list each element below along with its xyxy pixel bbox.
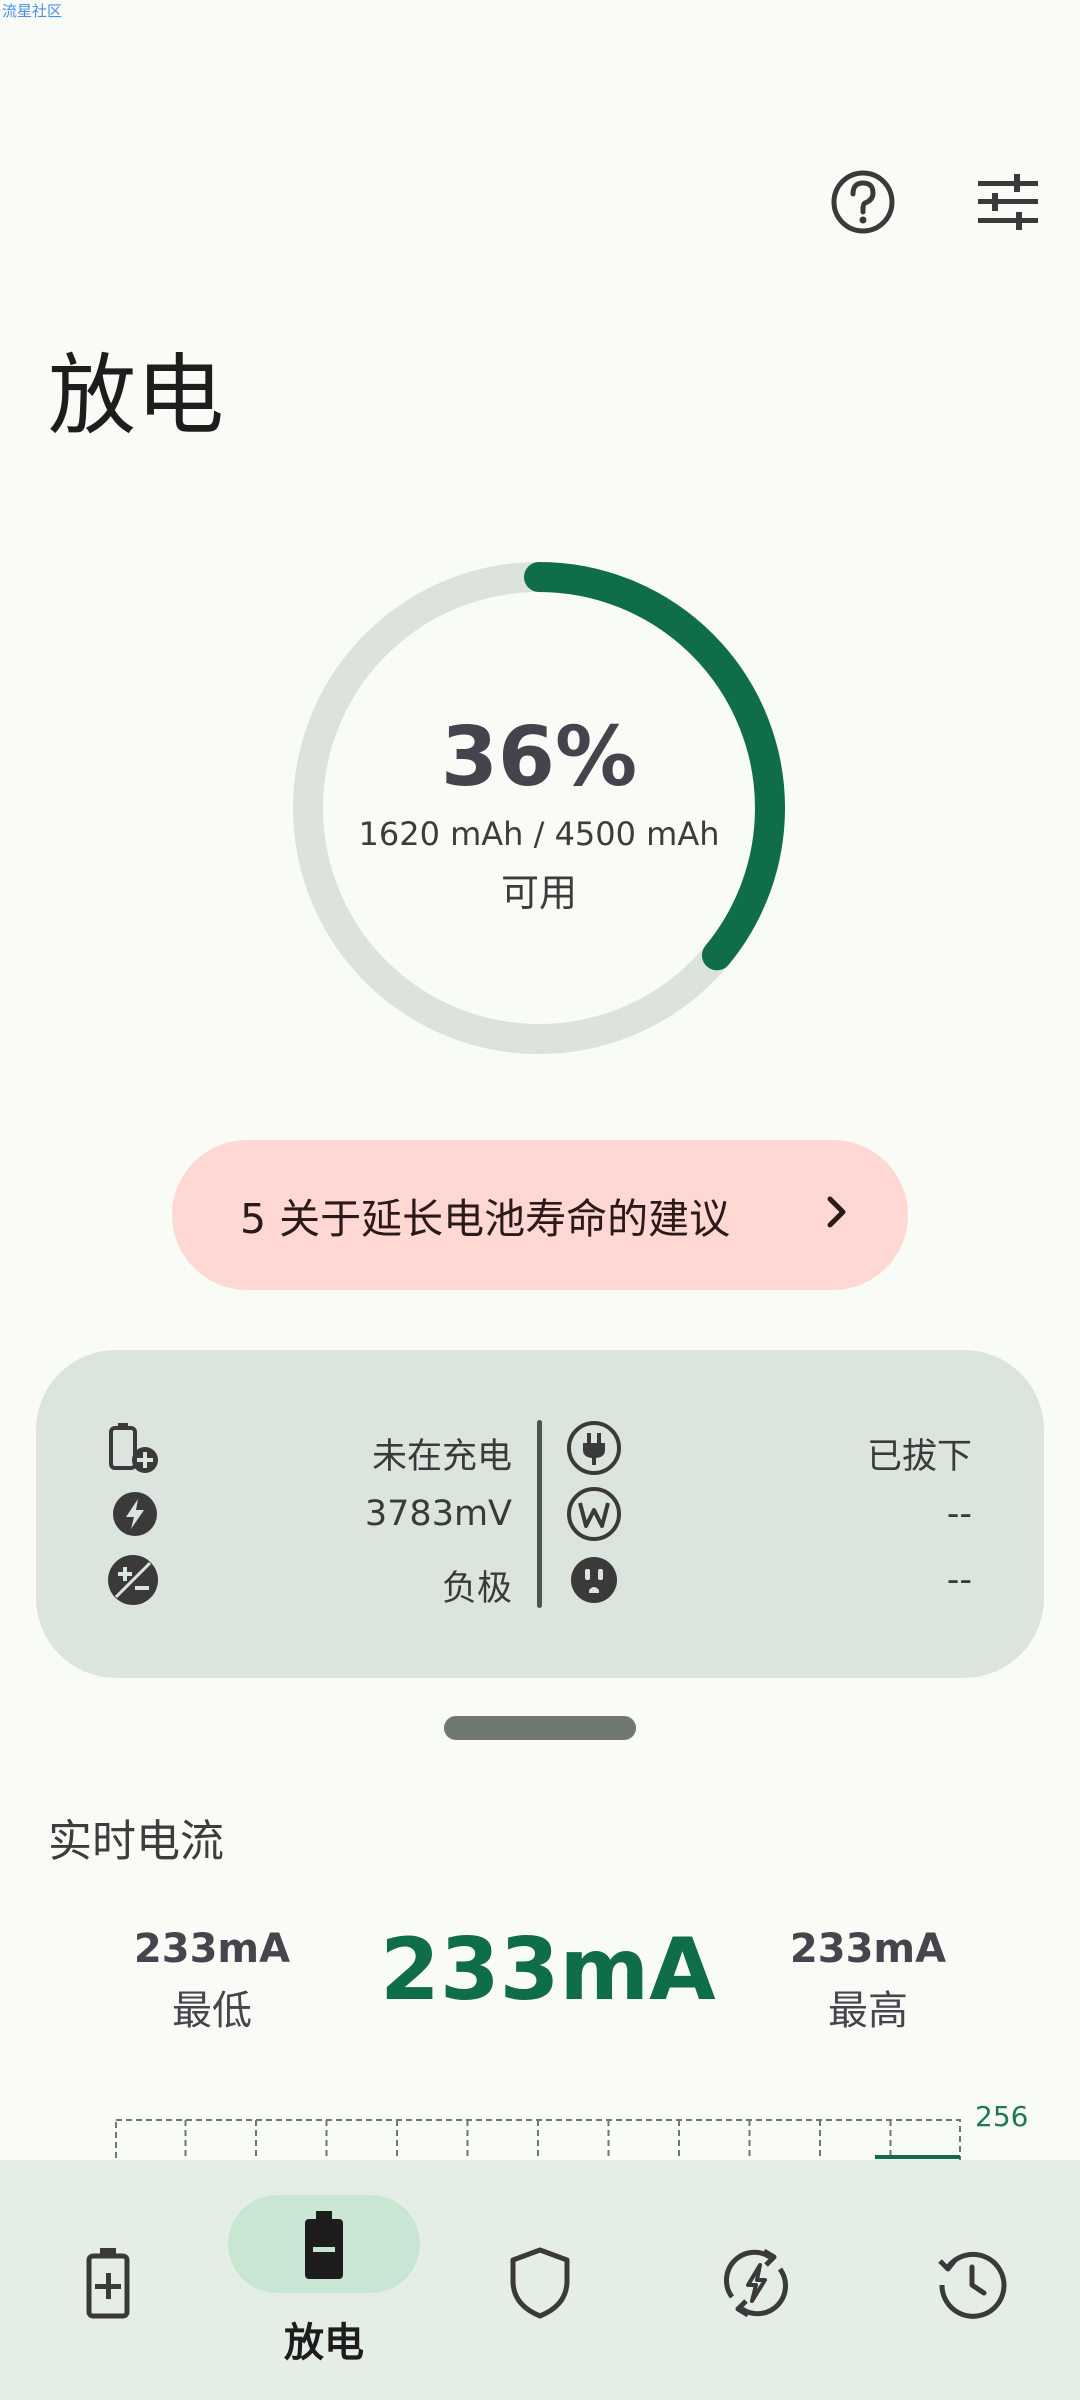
drag-handle[interactable] — [444, 1716, 636, 1740]
plus-minus-icon — [103, 1550, 163, 1610]
section-title-realtime-current: 实时电流 — [48, 1816, 224, 1867]
watt-icon — [564, 1484, 624, 1544]
chevron-right-icon — [826, 1191, 848, 1239]
wattage-value: -- — [946, 1494, 972, 1534]
nav-cycle-button[interactable] — [686, 2213, 826, 2353]
cycle-bolt-icon — [723, 2248, 789, 2318]
battery-percent: 36% — [440, 710, 638, 805]
battery-plus-icon — [103, 1418, 163, 1478]
page-title: 放电 — [48, 344, 225, 447]
nav-health-button[interactable] — [470, 2213, 610, 2353]
outlet-value: -- — [946, 1560, 972, 1600]
history-icon — [938, 2251, 1007, 2319]
nav-discharge-button[interactable] — [254, 2176, 394, 2316]
charging-status: 未在充电 — [371, 1437, 512, 1477]
plug-icon — [564, 1418, 624, 1478]
bolt-icon — [105, 1484, 165, 1544]
watermark: 流星社区 — [2, 2, 63, 20]
battery-charge-icon — [86, 2248, 130, 2319]
graph-max-label: 256 — [975, 2100, 1029, 2133]
nav-discharge-label: 放电 — [284, 2320, 364, 2366]
current-now-value: 233mA — [380, 1920, 716, 2020]
shield-icon — [510, 2247, 570, 2319]
info-divider — [537, 1420, 542, 1608]
current-max-value: 233mA — [789, 1926, 947, 1972]
polarity-value: 负极 — [441, 1569, 512, 1609]
current-graph — [115, 2100, 961, 2181]
tune-settings-icon[interactable] — [968, 162, 1048, 242]
battery-discharge-icon — [305, 2211, 343, 2279]
current-min-label: 最低 — [172, 1988, 252, 2034]
battery-capacity: 1620 mAh / 4500 mAh — [358, 815, 720, 853]
battery-available-label: 可用 — [500, 871, 577, 915]
battery-ring — [293, 562, 785, 1054]
outlet-icon — [564, 1550, 624, 1610]
nav-history-button[interactable] — [902, 2213, 1042, 2353]
voltage-value: 3783mV — [364, 1494, 512, 1534]
battery-tips-label: 5 关于延长电池寿命的建议 — [240, 1195, 731, 1243]
help-icon[interactable] — [823, 162, 903, 242]
plug-status: 已拔下 — [866, 1437, 972, 1477]
current-min-value: 233mA — [133, 1926, 291, 1972]
current-max-label: 最高 — [828, 1988, 908, 2034]
battery-tips-button[interactable]: 5 关于延长电池寿命的建议 — [172, 1140, 908, 1290]
nav-charge-button[interactable] — [38, 2213, 178, 2353]
